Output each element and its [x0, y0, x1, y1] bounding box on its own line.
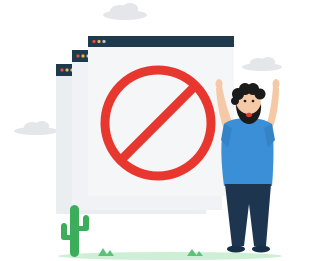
window-dot	[92, 39, 96, 44]
window-dot	[102, 39, 106, 44]
mouth	[246, 112, 252, 118]
illustration-canvas	[14, 3, 282, 260]
window-dot	[65, 68, 69, 72]
left-shoe	[227, 245, 245, 253]
ground	[58, 252, 282, 260]
right-shoe	[252, 245, 270, 253]
blocked-access-illustration	[0, 0, 282, 261]
grass-tuft	[98, 248, 114, 256]
character-illustration	[215, 79, 280, 253]
window-dot	[81, 54, 85, 58]
cloud-icon	[14, 121, 58, 135]
cloud-icon	[103, 3, 147, 20]
window-dot	[97, 39, 101, 44]
window-dot	[76, 54, 80, 58]
window-dot	[60, 68, 64, 72]
cloud-icon	[242, 57, 282, 71]
pants	[225, 184, 271, 246]
